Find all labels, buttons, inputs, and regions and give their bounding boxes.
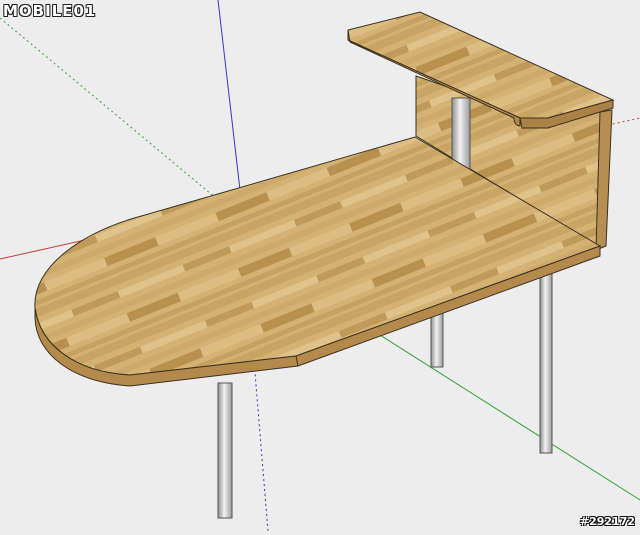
modeling-viewport[interactable] xyxy=(0,0,640,532)
photo-id-label: #292172 xyxy=(579,515,635,528)
green-axis-line xyxy=(379,334,640,501)
watermark-logo: MOBILE01 xyxy=(3,2,97,20)
front-leg-left xyxy=(217,382,233,519)
blue-axis-line xyxy=(217,0,241,191)
desk-model-drawing xyxy=(0,0,640,532)
rear-leg-right xyxy=(539,264,553,454)
